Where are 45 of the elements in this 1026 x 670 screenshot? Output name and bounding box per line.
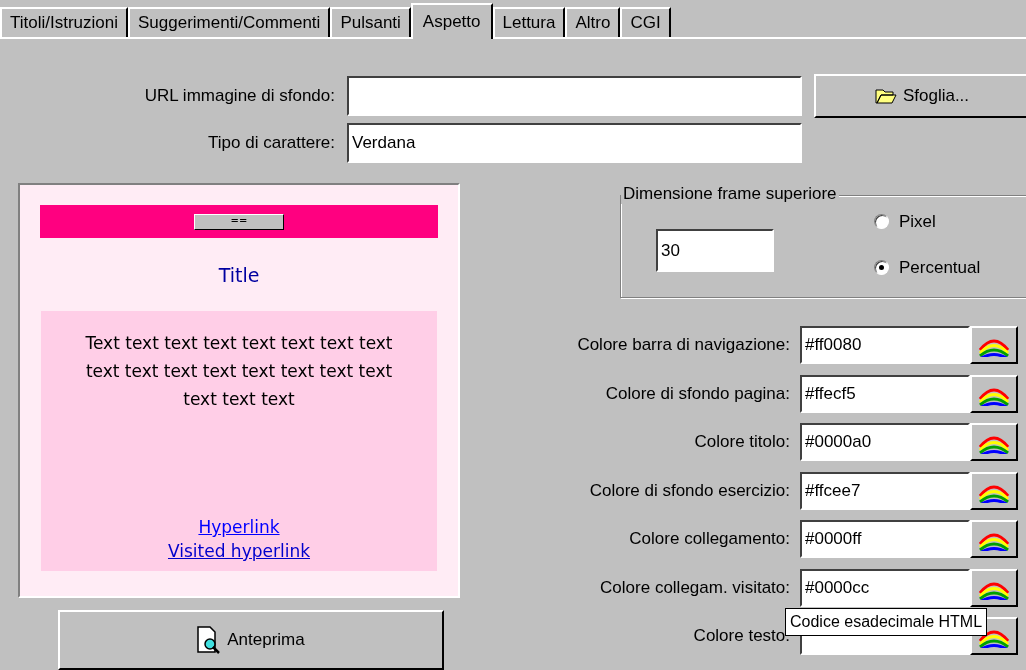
preview-text: Text text text text text text text text text text text text text text text text text text text: [84, 332, 394, 411]
color-picker-button[interactable]: [970, 326, 1018, 364]
tab[interactable]: Aspetto: [410, 3, 493, 39]
preview-title: Title: [218, 264, 260, 286]
color-picker-button[interactable]: [970, 568, 1018, 607]
tooltip: Codice esadecimale HTML: [785, 608, 988, 636]
tab[interactable]: CGI: [620, 7, 671, 37]
field-label: Colore collegam. visitato:: [599, 577, 790, 598]
field-label: Colore collegamento:: [628, 529, 790, 549]
input-field[interactable]: Verdana: [347, 123, 802, 163]
input-field[interactable]: [347, 76, 802, 116]
radio-label[interactable]: Percentual: [899, 257, 981, 278]
folder-icon: [874, 88, 897, 104]
document-magnifier-icon: [197, 626, 222, 654]
color-picker-button[interactable]: [970, 520, 1018, 558]
input-field[interactable]: 30: [656, 229, 774, 272]
field-label: Colore di sfondo esercizio:: [588, 480, 790, 501]
input-field[interactable]: #0000a0: [800, 423, 970, 461]
radio-button[interactable]: [874, 214, 889, 229]
hyperlink[interactable]: Hyperlink: [198, 517, 280, 537]
tab[interactable]: Titoli/Istruzioni: [0, 7, 128, 37]
browse-button[interactable]: Sfoglia...: [814, 74, 1026, 118]
preview-button[interactable]: Anteprima: [58, 610, 444, 670]
visited-hyperlink[interactable]: Visited hyperlink: [168, 541, 310, 561]
field-label: Colore barra di navigazione:: [576, 335, 790, 355]
color-picker-button[interactable]: [970, 374, 1018, 413]
tab[interactable]: Lettura: [492, 7, 566, 37]
input-field[interactable]: #0000cc: [800, 568, 970, 607]
tab[interactable]: Suggerimenti/Commenti: [128, 7, 331, 37]
field-label: Tipo di carattere:: [207, 133, 335, 153]
input-field[interactable]: #ffecf5: [800, 374, 970, 413]
nav-button[interactable]: ==: [194, 213, 284, 230]
field-label: Colore di sfondo pagina:: [604, 383, 790, 404]
radio-label[interactable]: Pixel: [899, 211, 936, 232]
radio-button[interactable]: [874, 260, 889, 275]
tab[interactable]: Pulsanti: [330, 7, 411, 37]
color-picker-button[interactable]: [970, 471, 1018, 510]
input-field[interactable]: #ff0080: [800, 326, 970, 364]
group-title: Dimensione frame superiore: [621, 184, 839, 204]
input-field[interactable]: #ffcee7: [800, 471, 970, 510]
tab[interactable]: Altro: [565, 7, 621, 37]
field-label: Colore titolo:: [693, 432, 790, 452]
input-field[interactable]: #0000ff: [800, 520, 970, 558]
color-picker-button[interactable]: [970, 423, 1018, 461]
field-label: URL immagine di sfondo:: [143, 86, 335, 106]
